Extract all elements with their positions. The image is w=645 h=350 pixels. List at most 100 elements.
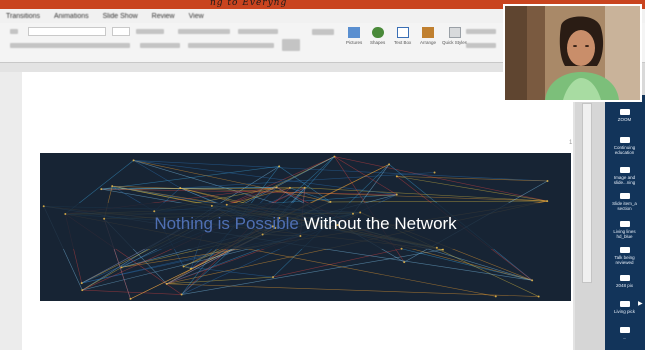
text-box-label: Text Box bbox=[394, 40, 412, 45]
network-line bbox=[166, 283, 539, 297]
side-item-8[interactable]: ... bbox=[608, 327, 641, 340]
arrange-icon bbox=[422, 27, 434, 38]
window-icon bbox=[619, 109, 630, 115]
network-node bbox=[80, 282, 83, 285]
tab-slide-show[interactable]: Slide Show bbox=[103, 13, 138, 20]
network-line bbox=[272, 248, 402, 278]
slide-workspace: Nothing is Possible Without the Network … bbox=[0, 63, 605, 350]
side-item-label: Talk being reviewed bbox=[614, 255, 635, 265]
window-icon bbox=[619, 247, 630, 253]
quick-styles-label: Quick Styles bbox=[442, 40, 468, 45]
side-item-2[interactable]: Image and slide...ning bbox=[608, 167, 641, 185]
play-arrow-icon[interactable]: ▶ bbox=[638, 300, 643, 307]
window-icon bbox=[619, 137, 630, 143]
window-icon bbox=[619, 327, 630, 333]
window-icon bbox=[619, 221, 630, 227]
network-node bbox=[81, 289, 84, 292]
workspace-left-gutter bbox=[0, 72, 22, 350]
network-line bbox=[82, 289, 182, 295]
vertical-scrollbar[interactable] bbox=[575, 63, 605, 350]
network-node bbox=[494, 295, 497, 298]
network-node bbox=[546, 200, 549, 203]
tab-transitions[interactable]: Transitions bbox=[6, 13, 40, 20]
font-name-field[interactable] bbox=[28, 27, 106, 36]
slide-headline: Nothing is Possible Without the Network bbox=[40, 214, 571, 234]
tab-view[interactable]: View bbox=[189, 13, 204, 20]
indent-icon[interactable] bbox=[238, 29, 278, 34]
shapes-tool[interactable]: Shapes bbox=[370, 27, 385, 45]
align-icon[interactable] bbox=[188, 43, 274, 48]
side-item-label: 2048 pix bbox=[615, 283, 633, 288]
window-icon bbox=[619, 301, 630, 307]
network-node bbox=[395, 193, 398, 196]
network-node bbox=[225, 203, 228, 206]
network-node bbox=[403, 261, 406, 264]
side-item-5[interactable]: Talk being reviewed bbox=[608, 247, 641, 265]
tab-review[interactable]: Review bbox=[152, 13, 175, 20]
network-line bbox=[334, 156, 548, 202]
network-line bbox=[133, 160, 548, 182]
network-node bbox=[333, 155, 336, 158]
network-node bbox=[441, 248, 444, 251]
quick-styles-icon bbox=[448, 27, 461, 38]
arrange-tool[interactable]: Arrange bbox=[420, 27, 436, 45]
network-banner: Nothing is Possible Without the Network bbox=[40, 153, 571, 301]
paste-icon[interactable] bbox=[10, 29, 18, 34]
headline-bright-text: Without the Network bbox=[303, 214, 457, 233]
shape-fill-icon[interactable] bbox=[466, 29, 496, 34]
network-node bbox=[190, 267, 193, 270]
network-node bbox=[272, 276, 275, 279]
handwritten-title: ng to Everyng bbox=[210, 0, 288, 8]
side-item-7[interactable]: Living pick bbox=[608, 301, 641, 314]
network-node bbox=[182, 265, 185, 268]
side-item-1[interactable]: Continuing education bbox=[608, 137, 641, 155]
webcam-video bbox=[503, 4, 642, 102]
side-item-label: Living lines hd_blue bbox=[613, 229, 636, 239]
pictures-tool[interactable]: Pictures bbox=[346, 27, 362, 45]
shapes-icon bbox=[371, 27, 384, 38]
smartart-icon[interactable] bbox=[282, 39, 300, 51]
network-node bbox=[288, 186, 291, 189]
side-item-3[interactable]: Slide item_a section bbox=[608, 193, 641, 211]
network-node bbox=[132, 159, 135, 162]
slide-canvas[interactable]: Nothing is Possible Without the Network … bbox=[22, 72, 573, 350]
network-node bbox=[278, 165, 281, 168]
side-item-label: ZOOM bbox=[617, 117, 632, 122]
font-color-icon[interactable] bbox=[140, 43, 180, 48]
arrange-label: Arrange bbox=[420, 40, 437, 45]
pictures-icon bbox=[348, 27, 361, 38]
network-node bbox=[275, 186, 278, 189]
network-node bbox=[531, 279, 534, 282]
network-node bbox=[329, 200, 332, 203]
side-item-label: Image and slide...ning bbox=[613, 175, 636, 185]
side-item-6[interactable]: 2048 pix bbox=[608, 275, 641, 288]
list-icon[interactable] bbox=[178, 29, 230, 34]
shape-outline-icon[interactable] bbox=[466, 43, 496, 48]
font-grow-icon[interactable] bbox=[136, 29, 164, 34]
network-node bbox=[537, 295, 540, 298]
window-icon bbox=[619, 275, 630, 281]
side-item-0[interactable]: ZOOM bbox=[608, 109, 641, 122]
window-icon bbox=[619, 193, 630, 199]
side-item-label: Slide item_a section bbox=[612, 201, 637, 211]
scrollbar-thumb[interactable] bbox=[582, 103, 592, 283]
network-node bbox=[129, 297, 132, 300]
font-format-icon[interactable] bbox=[10, 43, 130, 48]
slide-number: 1 bbox=[569, 140, 573, 146]
tab-animations[interactable]: Animations bbox=[54, 13, 89, 20]
window-icon bbox=[619, 167, 630, 173]
text-direction-icon[interactable] bbox=[312, 29, 334, 35]
text-box-icon bbox=[396, 27, 409, 38]
presenter-video-graphic bbox=[505, 6, 640, 100]
font-size-field[interactable] bbox=[112, 27, 130, 36]
network-node bbox=[210, 204, 213, 207]
text-box-tool[interactable]: Text Box bbox=[394, 27, 411, 45]
network-node bbox=[433, 171, 436, 174]
side-item-4[interactable]: Living lines hd_blue bbox=[608, 221, 641, 239]
shapes-label: Shapes bbox=[370, 40, 386, 45]
network-node bbox=[120, 266, 123, 269]
quick-styles-tool[interactable]: Quick Styles bbox=[442, 27, 467, 45]
network-node bbox=[153, 210, 156, 213]
network-node bbox=[435, 246, 438, 249]
network-node bbox=[303, 186, 306, 189]
